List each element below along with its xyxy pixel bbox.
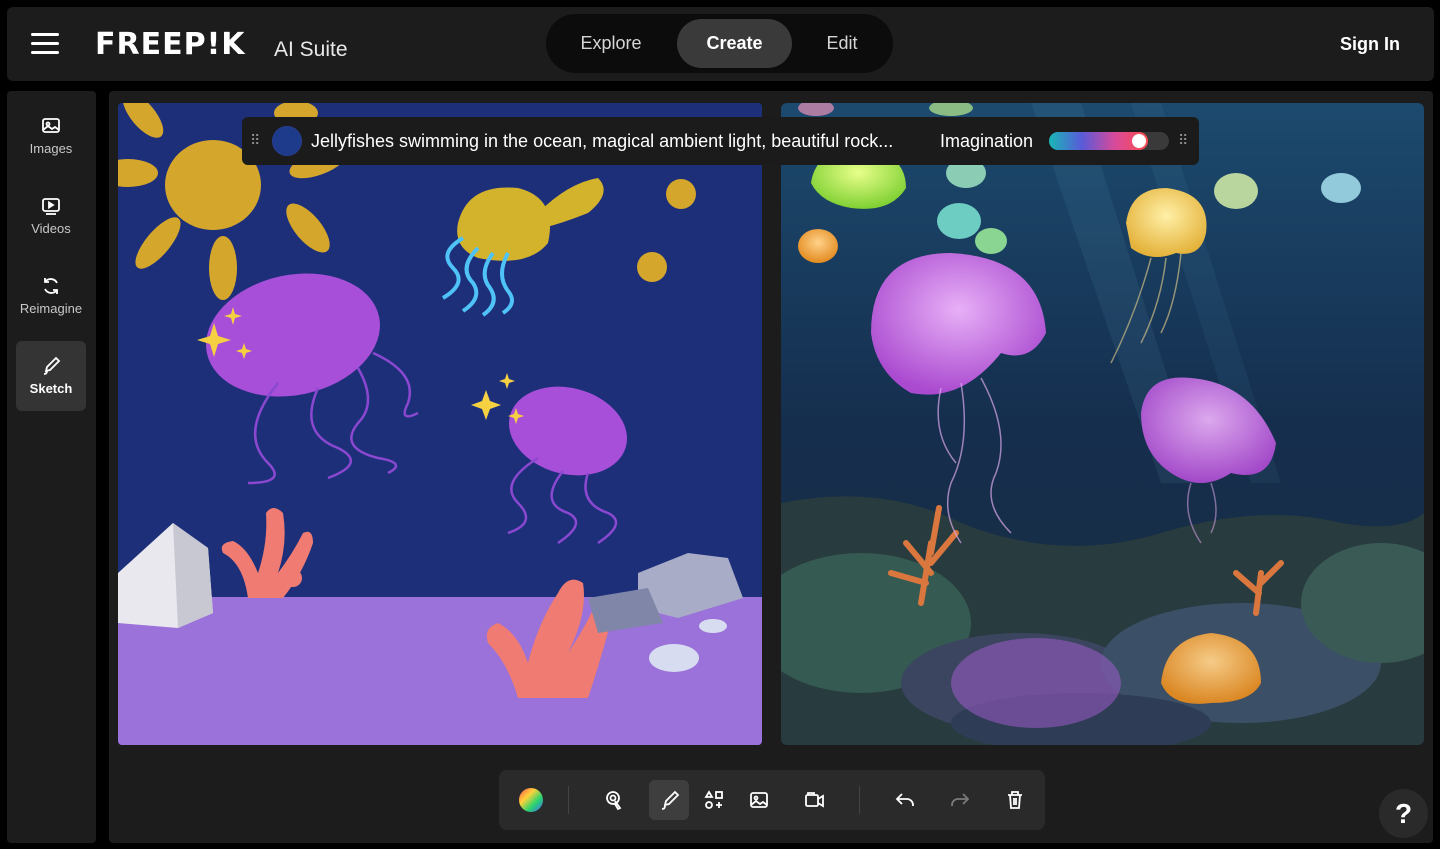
- camera-tool-button[interactable]: [794, 780, 834, 820]
- imagination-slider-knob[interactable]: [1132, 134, 1146, 148]
- image-icon: [750, 792, 768, 808]
- brush-icon: [661, 790, 680, 810]
- redo-icon: [951, 793, 970, 806]
- freepik-logo[interactable]: FREEP!K: [95, 27, 246, 62]
- nav-tabs: Explore Create Edit: [546, 14, 893, 73]
- delete-button[interactable]: [995, 780, 1035, 820]
- tab-explore[interactable]: Explore: [556, 19, 666, 68]
- sign-in-button[interactable]: Sign In: [1340, 34, 1400, 55]
- sketch-icon: [43, 356, 61, 375]
- sidebar-item-images[interactable]: Images: [16, 101, 86, 171]
- drag-handle-icon[interactable]: ⠿: [250, 132, 260, 149]
- reimagine-icon: [44, 278, 58, 294]
- suite-label: AI Suite: [274, 38, 348, 61]
- undo-button[interactable]: [885, 780, 925, 820]
- tab-edit[interactable]: Edit: [802, 19, 882, 68]
- generated-image[interactable]: [781, 103, 1424, 745]
- color-picker-button[interactable]: [511, 780, 551, 820]
- help-button[interactable]: ?: [1379, 789, 1428, 838]
- toolbar-divider: [859, 786, 860, 814]
- sidebar-item-label: Videos: [31, 221, 71, 236]
- sketch-canvas[interactable]: [118, 103, 762, 745]
- menu-icon[interactable]: [31, 33, 59, 55]
- sidebar-item-sketch[interactable]: Sketch: [16, 341, 86, 411]
- shapes-tool-button[interactable]: [694, 780, 734, 820]
- sidebar-item-reimagine[interactable]: Reimagine: [16, 261, 86, 331]
- pointer-icon: [606, 791, 622, 811]
- prompt-input[interactable]: Jellyfishes swimming in the ocean, magic…: [311, 131, 921, 152]
- generated-image-art: [781, 103, 1424, 745]
- sidebar: Images Videos Reimagine Sketch: [7, 91, 96, 843]
- redo-button[interactable]: [940, 780, 980, 820]
- prompt-bar: ⠿ Jellyfishes swimming in the ocean, mag…: [242, 117, 1199, 165]
- toolbar-divider: [568, 786, 569, 814]
- sketch-toolbar: [499, 770, 1045, 830]
- undo-icon: [895, 793, 914, 806]
- prompt-color-swatch[interactable]: [272, 126, 302, 156]
- trash-icon: [1008, 791, 1022, 809]
- pointer-tool-button[interactable]: [594, 780, 634, 820]
- sidebar-item-videos[interactable]: Videos: [16, 181, 86, 251]
- images-icon: [42, 118, 60, 133]
- camera-icon: [805, 792, 824, 808]
- color-wheel-icon: [519, 788, 543, 812]
- shapes-icon: [704, 790, 723, 809]
- image-tool-button[interactable]: [739, 780, 779, 820]
- sketch-drawing: [118, 103, 762, 745]
- sidebar-item-label: Reimagine: [19, 301, 83, 316]
- tab-create[interactable]: Create: [677, 19, 792, 68]
- imagination-label: Imagination: [940, 131, 1034, 151]
- drag-handle-icon[interactable]: ⠿: [1178, 132, 1188, 149]
- videos-icon: [42, 198, 60, 215]
- imagination-slider[interactable]: [1049, 132, 1169, 150]
- sidebar-item-label: Images: [29, 141, 73, 156]
- brush-tool-button[interactable]: [649, 780, 689, 820]
- sidebar-item-label: Sketch: [29, 381, 73, 396]
